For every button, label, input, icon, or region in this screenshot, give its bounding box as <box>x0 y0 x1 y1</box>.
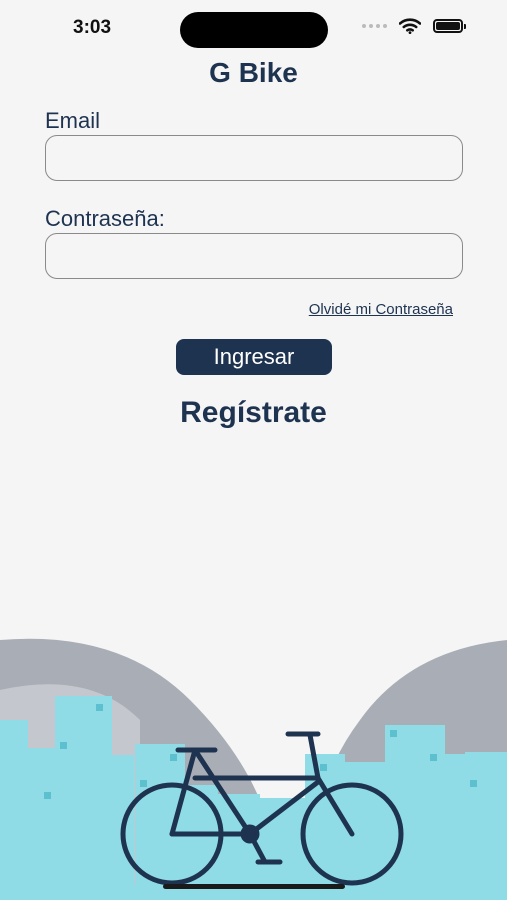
battery-icon <box>433 19 466 33</box>
forgot-password-link[interactable]: Olvidé mi Contraseña <box>309 301 453 318</box>
password-label: Contraseña: <box>45 206 165 231</box>
email-field[interactable] <box>45 135 463 181</box>
status-bar: 3:03 <box>0 0 507 58</box>
status-time: 3:03 <box>73 17 112 38</box>
buildings <box>0 696 507 900</box>
cellular-signal-icon <box>362 24 387 28</box>
dynamic-island <box>180 12 328 48</box>
city-bike-illustration <box>0 638 507 900</box>
home-indicator[interactable] <box>163 884 345 889</box>
password-field[interactable] <box>45 233 463 279</box>
email-label: Email <box>45 108 101 133</box>
login-button[interactable]: Ingresar <box>176 339 332 375</box>
register-link[interactable]: Regístrate <box>0 396 507 430</box>
app-title: G Bike <box>209 57 298 88</box>
status-icons <box>362 18 466 34</box>
wifi-icon <box>399 18 421 34</box>
